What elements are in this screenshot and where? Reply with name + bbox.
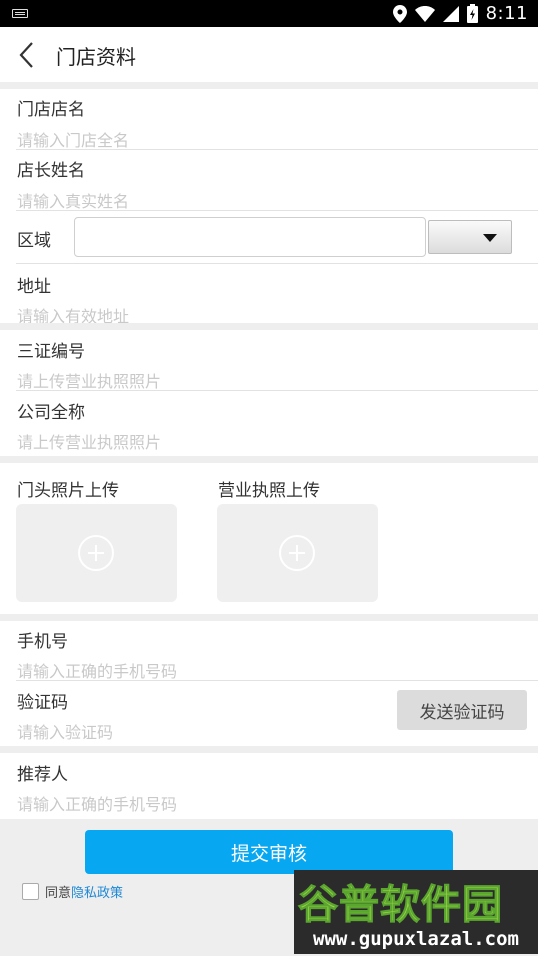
section-divider <box>0 746 538 753</box>
location-icon <box>392 4 407 23</box>
divider <box>16 390 538 391</box>
address-label: 地址 <box>17 277 51 297</box>
divider <box>16 210 538 211</box>
section-divider <box>0 323 538 330</box>
section-divider <box>0 456 538 463</box>
privacy-agreement: 同意 隐私政策 <box>22 882 123 901</box>
privacy-policy-link[interactable]: 隐私政策 <box>71 882 123 901</box>
watermark-url: www.gupuxlazal.com <box>313 928 519 950</box>
company-name-input[interactable]: 请上传营业执照照片 <box>17 429 161 453</box>
clock: 8:11 <box>485 3 528 24</box>
storefront-photo-upload-label: 门头照片上传 <box>17 481 119 501</box>
send-code-button[interactable]: 发送验证码 <box>397 690 527 730</box>
divider <box>16 263 538 264</box>
plus-circle-icon <box>78 535 114 571</box>
manager-name-label: 店长姓名 <box>17 161 85 181</box>
section-divider <box>0 614 538 621</box>
store-name-input[interactable]: 请输入门店全名 <box>17 127 129 151</box>
agree-text: 同意 <box>45 886 72 901</box>
status-bar: 8:11 <box>0 0 538 27</box>
verify-code-input[interactable]: 请输入验证码 <box>17 719 113 743</box>
agree-checkbox[interactable] <box>22 883 39 900</box>
battery-icon <box>466 4 478 23</box>
business-license-upload[interactable] <box>217 504 378 602</box>
app-bar: 门店资料 <box>0 27 538 82</box>
divider <box>16 680 538 681</box>
license-number-label: 三证编号 <box>17 342 85 362</box>
status-icons: 8:11 <box>392 0 528 27</box>
back-button[interactable] <box>14 39 44 71</box>
referrer-input[interactable]: 请输入正确的手机号码 <box>17 791 177 815</box>
license-number-input[interactable]: 请上传营业执照照片 <box>17 368 161 392</box>
region-input[interactable] <box>74 217 426 257</box>
section-divider <box>0 82 538 89</box>
keyboard-icon <box>12 9 28 18</box>
business-license-upload-label: 营业执照上传 <box>218 481 320 501</box>
plus-circle-icon <box>279 535 315 571</box>
verify-code-label: 验证码 <box>17 693 68 713</box>
store-name-label: 门店店名 <box>17 100 85 120</box>
divider <box>16 149 538 150</box>
manager-name-input[interactable]: 请输入真实姓名 <box>17 188 129 212</box>
phone-input[interactable]: 请输入正确的手机号码 <box>17 658 177 682</box>
storefront-photo-upload[interactable] <box>16 504 177 602</box>
phone-label: 手机号 <box>17 632 68 652</box>
caret-down-icon <box>483 234 497 242</box>
submit-review-button[interactable]: 提交审核 <box>85 830 453 874</box>
watermark-logo: 谷普软件园 <box>298 882 503 929</box>
page-title: 门店资料 <box>56 45 136 69</box>
region-dropdown-button[interactable] <box>428 220 512 254</box>
watermark: 谷普软件园 www.gupuxlazal.com <box>294 870 538 954</box>
chevron-left-icon <box>19 42 33 68</box>
wifi-icon <box>414 5 435 22</box>
referrer-label: 推荐人 <box>17 765 68 785</box>
company-name-label: 公司全称 <box>17 403 85 423</box>
region-label: 区域 <box>17 231 51 251</box>
signal-icon <box>442 5 459 22</box>
